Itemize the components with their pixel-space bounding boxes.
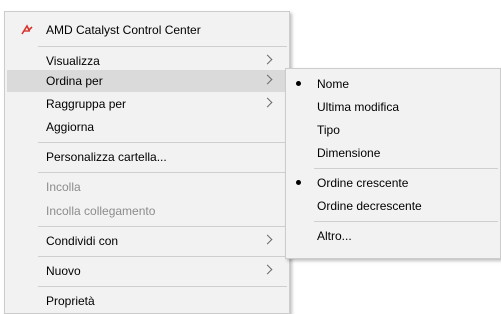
- menu-item-label: Condividi con: [46, 234, 119, 248]
- chevron-right-icon: [262, 264, 273, 275]
- menu-item-proprieta[interactable]: Proprietà: [7, 290, 287, 312]
- menu-separator: [38, 172, 287, 173]
- menu-item-incolla-collegamento: Incolla collegamento: [7, 200, 287, 222]
- menu-item-label: Dimensione: [317, 146, 381, 160]
- submenu-item-tipo[interactable]: Tipo: [288, 119, 498, 141]
- menu-item-label: Proprietà: [46, 294, 95, 308]
- menu-item-condividi-con[interactable]: Condividi con: [7, 230, 287, 252]
- menu-separator: [314, 221, 498, 222]
- menu-item-personalizza-cartella[interactable]: Personalizza cartella...: [7, 146, 287, 168]
- menu-item-raggruppa-per[interactable]: Raggruppa per: [7, 93, 287, 115]
- menu-separator: [38, 286, 287, 287]
- submenu-item-ordine-decrescente[interactable]: Ordine decrescente: [288, 195, 498, 217]
- chevron-right-icon: [262, 54, 273, 65]
- menu-item-label: Raggruppa per: [46, 97, 127, 111]
- menu-separator: [314, 168, 498, 169]
- menu-item-label: Ordina per: [46, 74, 103, 88]
- menu-item-aggiorna[interactable]: Aggiorna: [7, 116, 287, 138]
- menu-item-label: AMD Catalyst Control Center: [46, 23, 201, 37]
- amd-catalyst-icon: [21, 24, 33, 35]
- menu-separator: [38, 256, 287, 257]
- desktop-context-menu: AMD Catalyst Control Center Visualizza O…: [4, 11, 290, 314]
- menu-item-label: Aggiorna: [46, 120, 95, 134]
- menu-item-label: Visualizza: [46, 54, 100, 68]
- submenu-item-ultima-modifica[interactable]: Ultima modifica: [288, 96, 498, 118]
- menu-item-nuovo[interactable]: Nuovo: [7, 260, 287, 282]
- menu-item-label: Nuovo: [46, 264, 81, 278]
- menu-item-label: Ordine crescente: [317, 176, 409, 190]
- submenu-item-ordine-crescente[interactable]: Ordine crescente: [288, 172, 498, 194]
- menu-item-label: Nome: [317, 77, 350, 91]
- menu-item-incolla: Incolla: [7, 176, 287, 198]
- radio-bullet-icon: [296, 180, 301, 185]
- menu-item-label: Incolla: [46, 180, 81, 194]
- submenu-item-altro[interactable]: Altro...: [288, 225, 498, 247]
- sort-by-submenu: Nome Ultima modifica Tipo Dimensione Ord…: [285, 68, 501, 259]
- submenu-item-nome[interactable]: Nome: [288, 73, 498, 95]
- menu-separator: [38, 46, 287, 47]
- menu-item-label: Ultima modifica: [317, 100, 400, 114]
- menu-item-label: Altro...: [317, 229, 352, 243]
- menu-separator: [38, 142, 287, 143]
- menu-item-label: Incolla collegamento: [46, 204, 156, 218]
- menu-item-label: Ordine decrescente: [317, 199, 422, 213]
- radio-bullet-icon: [296, 81, 301, 86]
- menu-item-ordina-per[interactable]: Ordina per: [7, 70, 287, 92]
- menu-item-label: Tipo: [317, 123, 340, 137]
- chevron-right-icon: [262, 97, 273, 108]
- chevron-right-icon: [262, 74, 273, 85]
- menu-item-amd-catalyst[interactable]: AMD Catalyst Control Center: [7, 19, 287, 41]
- menu-item-visualizza[interactable]: Visualizza: [7, 50, 287, 72]
- menu-separator: [38, 226, 287, 227]
- chevron-right-icon: [262, 234, 273, 245]
- submenu-item-dimensione[interactable]: Dimensione: [288, 142, 498, 164]
- menu-item-label: Personalizza cartella...: [46, 150, 167, 164]
